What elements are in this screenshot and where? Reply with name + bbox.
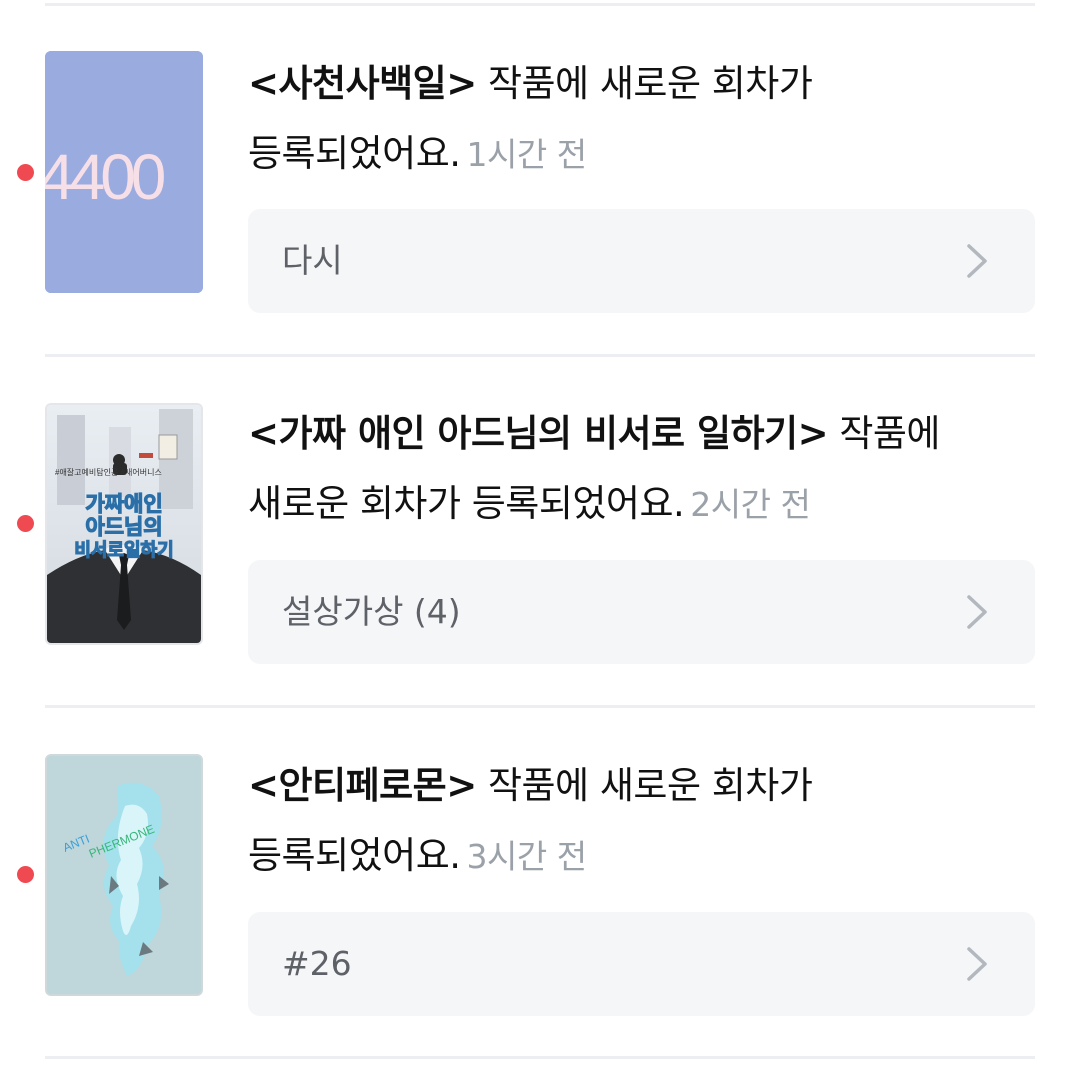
message-text-line2: 등록되었어요.	[248, 132, 461, 175]
message-text: 작품에 새로운 회차가	[476, 62, 813, 105]
cover-title-line2: 아드님의	[85, 515, 162, 539]
episode-title: 다시	[282, 241, 343, 280]
unread-dot	[17, 866, 34, 883]
unread-dot	[17, 515, 34, 532]
message-text: 작품에 새로운 회차가	[476, 764, 813, 807]
cover-thumbnail[interactable]: 4400	[45, 51, 203, 293]
episode-link[interactable]: 다시	[248, 209, 1035, 313]
episode-title: #26	[282, 944, 352, 983]
cover-art-fake-lover: #애잘고예비탐인공 #새어버니스 가짜애인 아드님의 비서로일하기	[47, 405, 201, 643]
series-title: <가짜 애인 아드님의 비서로 일하기>	[248, 412, 829, 455]
message-text-line2: 등록되었어요.	[248, 834, 461, 877]
timestamp: 2시간 전	[690, 485, 811, 524]
episode-link[interactable]: #26	[248, 912, 1035, 1016]
cover-thumbnail[interactable]: #애잘고예비탐인공 #새어버니스 가짜애인 아드님의 비서로일하기	[45, 403, 203, 645]
episode-title: 설상가상 (4)	[282, 592, 461, 631]
cover-text: 4400	[45, 141, 165, 213]
chevron-right-icon	[967, 947, 987, 981]
cover-tagline: #애잘고예비탐인공 #새어버니스	[55, 467, 162, 477]
notification-message[interactable]: <가짜 애인 아드님의 비서로 일하기> 작품에 새로운 회차가 등록되었어요.…	[248, 399, 1048, 540]
divider	[45, 1056, 1035, 1059]
notification-message[interactable]: <안티페로몬> 작품에 새로운 회차가 등록되었어요. 3시간 전	[248, 751, 1048, 892]
notification-list: 4400 <사천사백일> 작품에 새로운 회차가 등록되었어요. 1시간 전 다시	[0, 0, 1080, 1072]
message-text-line2: 새로운 회차가 등록되었어요.	[248, 482, 685, 525]
notification-item[interactable]: 4400 <사천사백일> 작품에 새로운 회차가 등록되었어요. 1시간 전 다시	[0, 0, 1080, 313]
series-title: <안티페로몬>	[248, 764, 477, 807]
cover-art-antipheromone: ANTI PHERMONE	[47, 756, 201, 994]
episode-link[interactable]: 설상가상 (4)	[248, 560, 1035, 664]
chevron-right-icon	[967, 595, 987, 629]
cover-art-4400: 4400	[45, 51, 203, 293]
series-title: <사천사백일>	[248, 62, 477, 105]
cover-title-line3: 비서로일하기	[74, 540, 173, 561]
notification-item[interactable]: ANTI PHERMONE <안티페로몬> 작품에 새로운 회차가 등록되었어요…	[0, 702, 1080, 1016]
message-text: 작품에	[828, 412, 940, 455]
chevron-right-icon	[967, 244, 987, 278]
timestamp: 1시간 전	[466, 135, 588, 174]
notification-item[interactable]: #애잘고예비탐인공 #새어버니스 가짜애인 아드님의 비서로일하기 <가짜 애인…	[0, 351, 1080, 664]
notification-message[interactable]: <사천사백일> 작품에 새로운 회차가 등록되었어요. 1시간 전	[248, 49, 1048, 190]
unread-dot	[17, 164, 34, 181]
timestamp: 3시간 전	[466, 837, 588, 876]
cover-thumbnail[interactable]: ANTI PHERMONE	[45, 754, 203, 996]
cover-title-line1: 가짜애인	[85, 492, 162, 516]
